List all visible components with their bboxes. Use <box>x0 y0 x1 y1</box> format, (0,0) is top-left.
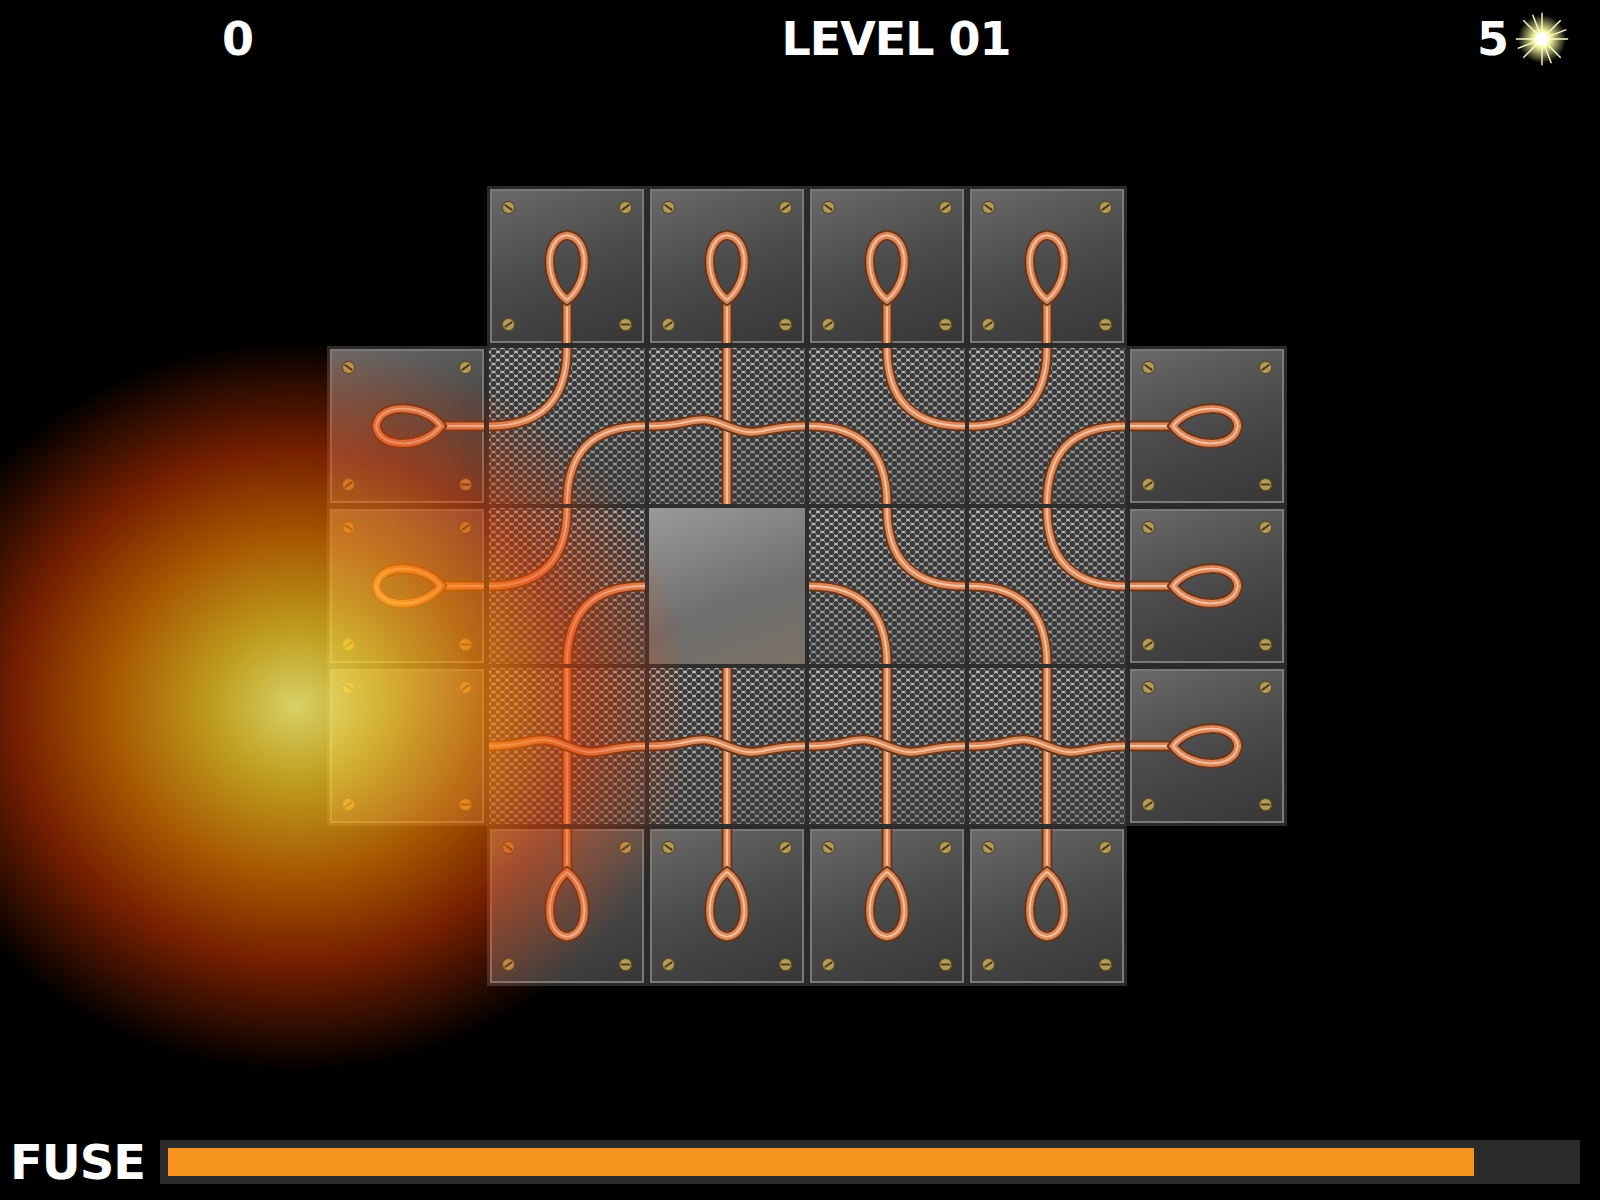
fuse-bar: FUSE <box>0 1134 1600 1200</box>
mesh-tile[interactable] <box>967 346 1127 506</box>
terminal-tile <box>647 186 807 346</box>
terminal-loop-icon <box>330 509 484 663</box>
terminal-loop-icon <box>490 189 644 343</box>
empty-cell <box>327 186 487 346</box>
fuse-track <box>160 1140 1580 1184</box>
mesh-tile[interactable] <box>807 666 967 826</box>
hud: 0LEVEL 01 5 <box>0 0 1600 74</box>
level-title: LEVEL 01 <box>781 12 1010 66</box>
empty-cell <box>327 826 487 986</box>
pipe-icon <box>649 508 805 664</box>
pipe-icon <box>489 508 645 664</box>
terminal-loop-icon <box>1130 669 1284 823</box>
terminal-loop-icon <box>650 189 804 343</box>
mesh-tile[interactable] <box>967 666 1127 826</box>
terminal-tile <box>487 826 647 986</box>
score: 0 <box>222 12 781 66</box>
pipe-icon <box>809 508 965 664</box>
empty-cell <box>1127 186 1287 346</box>
lives: 5 <box>1477 11 1570 67</box>
terminal-tile <box>647 826 807 986</box>
board <box>327 186 1287 986</box>
terminal-loop-icon <box>970 189 1124 343</box>
terminal-loop-icon <box>490 829 644 983</box>
terminal-loop-icon <box>1130 509 1284 663</box>
mesh-tile[interactable] <box>807 346 967 506</box>
terminal-loop-icon <box>810 189 964 343</box>
mesh-tile[interactable] <box>647 666 807 826</box>
terminal-loop-icon <box>810 829 964 983</box>
mesh-tile[interactable] <box>487 506 647 666</box>
pipe-icon <box>809 348 965 504</box>
terminal-tile <box>967 186 1127 346</box>
mesh-tile[interactable] <box>807 506 967 666</box>
terminal-loop-icon <box>1130 349 1284 503</box>
terminal-tile <box>967 826 1127 986</box>
terminal-tile <box>1127 506 1287 666</box>
terminal-tile <box>807 186 967 346</box>
mesh-tile[interactable] <box>487 666 647 826</box>
mesh-tile[interactable] <box>647 346 807 506</box>
terminal-tile <box>807 826 967 986</box>
pipe-icon <box>969 348 1125 504</box>
terminal-tile <box>1127 666 1287 826</box>
terminal-tile <box>487 186 647 346</box>
steel-tile <box>647 506 807 666</box>
metal-tile <box>327 666 487 826</box>
terminal-loop-icon <box>650 829 804 983</box>
terminal-tile <box>327 506 487 666</box>
mesh-tile[interactable] <box>487 346 647 506</box>
terminal-loop-icon <box>330 349 484 503</box>
mesh-tile[interactable] <box>967 506 1127 666</box>
empty-cell <box>1127 826 1287 986</box>
terminal-tile <box>327 346 487 506</box>
pipe-icon <box>649 348 805 504</box>
fuse-fill <box>168 1148 1474 1176</box>
pipe-icon <box>969 508 1125 664</box>
pipe-icon <box>969 668 1125 824</box>
spark-icon <box>1514 11 1570 67</box>
pipe-icon <box>489 668 645 824</box>
pipe-icon <box>330 669 484 823</box>
explosion <box>0 326 680 1086</box>
terminal-tile <box>1127 346 1287 506</box>
fuse-label: FUSE <box>10 1134 146 1190</box>
game-screen: 0LEVEL 01 5 FUSE <box>0 0 1600 1200</box>
terminal-loop-icon <box>970 829 1124 983</box>
pipe-icon <box>489 348 645 504</box>
pipe-icon <box>649 668 805 824</box>
pipe-icon <box>809 668 965 824</box>
lives-count: 5 <box>1477 12 1508 66</box>
